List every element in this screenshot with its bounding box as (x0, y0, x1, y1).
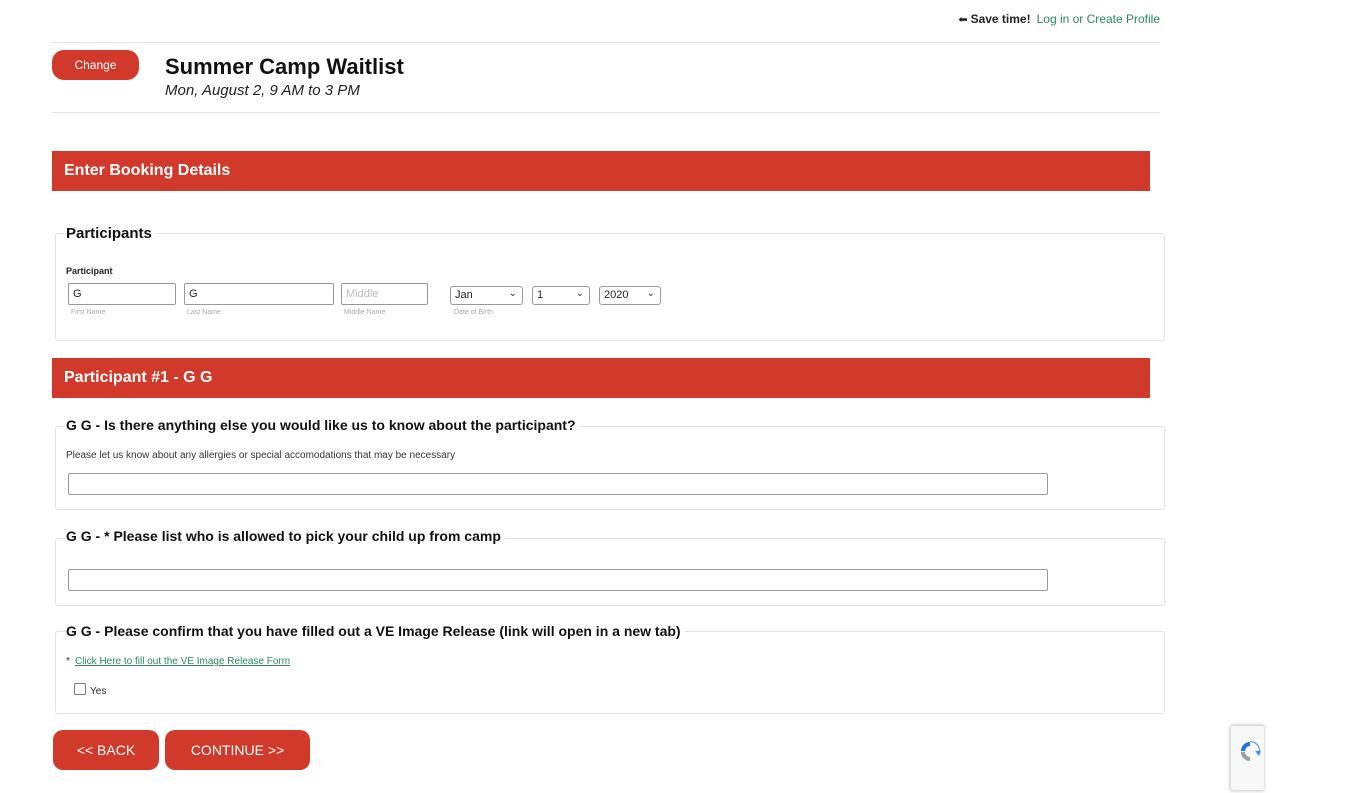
image-release-link[interactable]: Click Here to fill out the VE Image Rele… (75, 656, 290, 667)
recaptcha-badge[interactable] (1230, 725, 1264, 791)
last-name-input[interactable] (184, 283, 334, 305)
continue-button[interactable]: CONTINUE >> (165, 730, 310, 770)
dob-year-select[interactable]: 2020 ⌄ (599, 286, 661, 305)
pickup-input[interactable] (68, 569, 1048, 591)
middle-name-label: Middle Name (344, 309, 386, 316)
event-date: Mon, August 2, 9 AM to 3 PM (165, 82, 360, 99)
first-name-label: First Name (71, 309, 106, 316)
dob-day-value: 1 (537, 289, 544, 301)
dob-month-value: Jan (455, 289, 473, 301)
dob-month-select[interactable]: Jan ⌄ (450, 286, 523, 305)
required-marker: * (66, 656, 70, 667)
sign-in-icon: ⬅ (958, 14, 968, 26)
chevron-down-icon: ⌄ (646, 288, 655, 299)
booking-details-header: Enter Booking Details (52, 151, 1150, 191)
divider (52, 112, 1160, 113)
recaptcha-icon (1241, 741, 1261, 761)
question-image-release-fieldset (55, 631, 1165, 714)
last-name-label: Last Name (187, 309, 221, 316)
chevron-down-icon: ⌄ (508, 288, 517, 299)
allergies-input[interactable] (68, 473, 1048, 495)
question-allergies-fieldset (55, 426, 1165, 510)
middle-name-input[interactable] (341, 283, 428, 305)
chevron-down-icon: ⌄ (575, 288, 584, 299)
question-allergies-legend: G G - Is there anything else you would l… (66, 417, 580, 433)
back-button[interactable]: << BACK (53, 730, 159, 770)
page-title: Summer Camp Waitlist (165, 54, 404, 79)
question-pickup-legend: G G - * Please list who is allowed to pi… (66, 528, 505, 544)
image-release-checkbox-label: Yes (90, 686, 107, 697)
divider (52, 42, 1160, 43)
question-allergies-hint: Please let us know about any allergies o… (66, 450, 456, 461)
login-link[interactable]: Log in or Create Profile (1037, 12, 1160, 26)
question-image-release-legend: G G - Please confirm that you have fille… (66, 623, 685, 639)
dob-label: Date of Birth (454, 309, 493, 316)
first-name-input[interactable] (68, 283, 176, 305)
top-bar: ⬅ Save time! Log in or Create Profile (0, 12, 1160, 26)
participant-label: Participant (66, 266, 113, 276)
dob-year-value: 2020 (604, 289, 629, 301)
image-release-checkbox[interactable] (74, 683, 86, 695)
participant-section-header: Participant #1 - G G (52, 358, 1150, 398)
save-time-label: Save time! (970, 12, 1031, 26)
change-button[interactable]: Change (52, 50, 139, 80)
participants-legend: Participants (66, 225, 156, 242)
dob-day-select[interactable]: 1 ⌄ (532, 286, 590, 305)
